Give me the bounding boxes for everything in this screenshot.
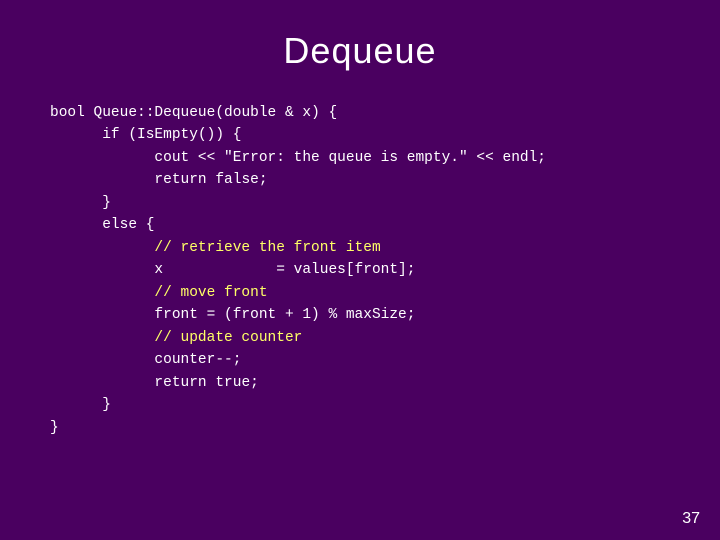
code-line-13: return true; [50,372,690,394]
code-line-3: cout << "Error: the queue is empty." << … [50,147,690,169]
code-line-2: if (IsEmpty()) { [50,124,690,146]
code-line-15: } [50,417,690,439]
code-line-12: counter--; [50,349,690,371]
code-line-5: } [50,192,690,214]
code-line-7: // retrieve the front item [50,237,690,259]
code-line-9: // move front [50,282,690,304]
slide-number: 37 [682,510,700,528]
code-line-8: x = values[front]; [50,259,690,281]
code-line-6: else { [50,214,690,236]
code-line-1: bool Queue::Dequeue(double & x) { [50,102,690,124]
code-line-10: front = (front + 1) % maxSize; [50,304,690,326]
code-line-11: // update counter [50,327,690,349]
code-block: bool Queue::Dequeue(double & x) { if (Is… [30,102,690,439]
code-line-14: } [50,394,690,416]
slide-container: Dequeue bool Queue::Dequeue(double & x) … [0,0,720,540]
slide-title: Dequeue [283,30,436,72]
code-line-4: return false; [50,169,690,191]
